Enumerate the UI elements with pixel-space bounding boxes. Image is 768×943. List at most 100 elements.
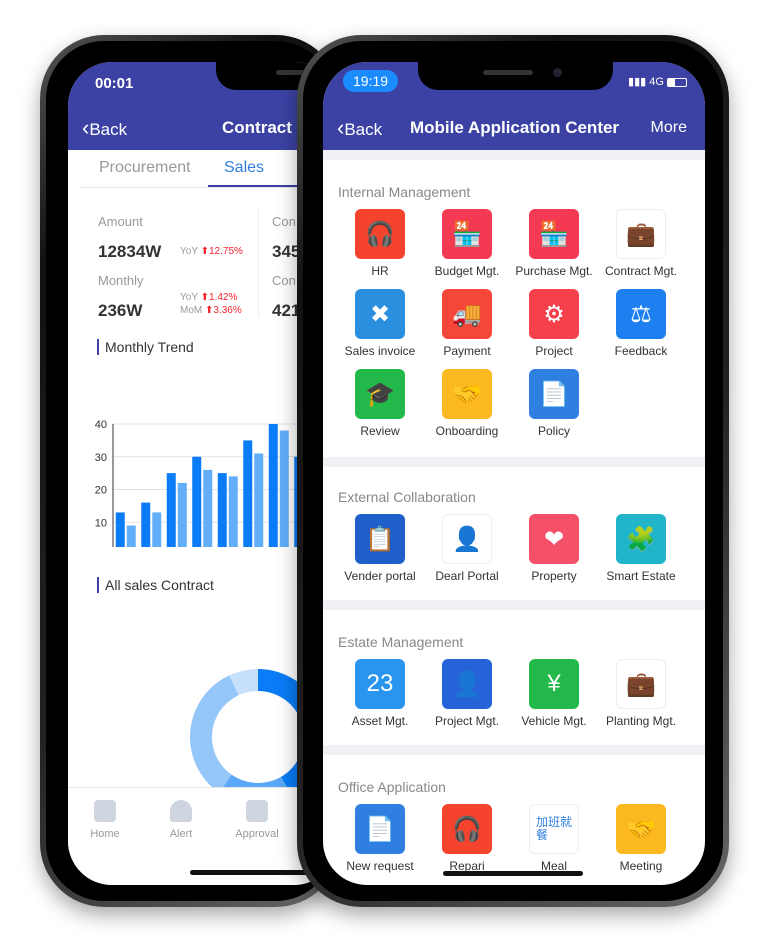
home-indicator: [443, 871, 583, 876]
contract-title: All sales Contract: [97, 577, 214, 593]
app-label: New request: [346, 859, 414, 873]
monthly-yoy: YoY ⬆1.42%: [180, 292, 238, 303]
app-label: Policy: [537, 424, 570, 438]
arrow-up-icon: ⬆: [200, 292, 209, 303]
y-tick-label: 20: [95, 485, 107, 497]
bell-icon: [170, 800, 192, 822]
document-icon: 📄: [355, 804, 405, 854]
tab-sales[interactable]: Sales: [224, 159, 264, 177]
nav-approval[interactable]: Approval: [227, 800, 287, 840]
store-icon: 🏪: [529, 209, 579, 259]
amount-yoy: YoY ⬆12.75%: [180, 246, 243, 257]
stats-divider: [258, 207, 259, 317]
money-icon: ¥: [529, 659, 579, 709]
status-time: 19:19: [343, 70, 399, 92]
app-label: Asset Mgt.: [351, 714, 409, 728]
approval-icon: [246, 800, 268, 822]
bar-year-2019: [243, 440, 253, 547]
suitcase-icon: 💼: [616, 209, 666, 259]
bar-y: [126, 525, 136, 547]
bar-year-2019: [115, 512, 125, 547]
battery-icon: [667, 77, 687, 87]
y-tick-label: 10: [95, 517, 107, 529]
shield-icon: ⚖: [616, 289, 666, 339]
bar-year-2019: [217, 473, 227, 547]
nav-home[interactable]: Home: [75, 800, 135, 840]
monthly-label: Monthly: [98, 273, 144, 288]
suitcase-icon: 💼: [616, 659, 666, 709]
amount-label: Amount: [98, 214, 143, 229]
tab-procurement[interactable]: Procurement: [99, 159, 191, 177]
back-button[interactable]: ‹Back: [337, 115, 382, 141]
calendar-icon: 23: [355, 659, 405, 709]
truck-icon: 🚚: [442, 289, 492, 339]
status-indicators: ▮▮▮ 4G: [628, 75, 687, 88]
section-separator: [323, 600, 705, 610]
handshake-icon: 🤝: [616, 804, 666, 854]
graduation-cap-icon: 🎓: [355, 369, 405, 419]
app-label: Budget Mgt.: [434, 264, 500, 278]
bar-y: [177, 482, 187, 547]
section-separator: [323, 745, 705, 755]
handshake-icon: 🤝: [442, 369, 492, 419]
right-phone-screen: 19:19 ▮▮▮ 4G ‹Back Mobile Application Ce…: [323, 62, 705, 885]
app-label: Project Mgt.: [434, 714, 500, 728]
page-title: Contract: [222, 118, 292, 137]
arrow-up-icon: ⬆: [200, 246, 209, 257]
right-phone-frame: 19:19 ▮▮▮ 4G ‹Back Mobile Application Ce…: [297, 35, 729, 907]
y-tick-label: 40: [95, 419, 107, 431]
section-separator: [323, 457, 705, 467]
app-label: Sales invoice: [344, 344, 416, 358]
headset-icon: 🎧: [442, 804, 492, 854]
bar-year-2019: [192, 456, 202, 547]
person-icon: 👤: [442, 659, 492, 709]
tools-icon: ✖: [355, 289, 405, 339]
monthly-value: 236W: [98, 301, 143, 320]
app-label: Review: [360, 424, 400, 438]
section-title: Office Application: [338, 779, 446, 795]
document-icon: 📋: [355, 514, 405, 564]
app-label: Vender portal: [344, 569, 416, 583]
app-label: Planting Mgt.: [605, 714, 677, 728]
monthly-mom: MoM ⬆3.36%: [180, 305, 242, 316]
app-label: Onboarding: [435, 424, 499, 438]
app-label: Smart Estate: [606, 569, 676, 583]
left-phone-frame: 00:01 ‹Back Contract Procurement Sales A…: [40, 35, 340, 907]
y-tick-label: 30: [95, 452, 107, 464]
bar-year-2019: [166, 473, 176, 547]
bar-year-2019: [268, 424, 278, 547]
back-button[interactable]: ‹Back: [82, 115, 127, 141]
overtime-meal-icon: 加班就餐: [529, 804, 579, 854]
bar-year-2019: [141, 502, 151, 547]
section-title: Estate Management: [338, 634, 464, 650]
notch: [418, 62, 613, 90]
puzzle-icon: 🧩: [616, 514, 666, 564]
app-label: Contract Mgt.: [604, 264, 678, 278]
stat-label-3: Con: [272, 273, 296, 288]
app-label: Vehicle Mgt.: [521, 714, 587, 728]
section-title: External Collaboration: [338, 489, 476, 505]
app-label: Property: [531, 569, 577, 583]
bar-y: [203, 469, 213, 547]
donut-segment: [190, 675, 239, 793]
signal-icon: ▮▮▮: [628, 76, 647, 88]
more-button[interactable]: More: [651, 119, 687, 137]
heart-icon: ❤: [529, 514, 579, 564]
app-label: Payment: [443, 344, 491, 358]
nav-alert[interactable]: Alert: [151, 800, 211, 840]
section-separator: [323, 150, 705, 160]
camera: [553, 68, 562, 77]
home-icon: [94, 800, 116, 822]
document-icon: 📄: [529, 369, 579, 419]
amount-value: 12834W: [98, 242, 162, 261]
bar-y: [228, 476, 238, 547]
headset-icon: 🎧: [355, 209, 405, 259]
page-title: Mobile Application Center: [410, 118, 620, 137]
app-label: Purchase Mgt.: [515, 264, 593, 278]
bar-y: [279, 430, 289, 547]
store-icon: 🏪: [442, 209, 492, 259]
section-title: Internal Management: [338, 184, 471, 200]
bar-y: [254, 453, 264, 547]
network-person-icon: 👤: [442, 514, 492, 564]
stat-label-2: Con: [272, 214, 296, 229]
